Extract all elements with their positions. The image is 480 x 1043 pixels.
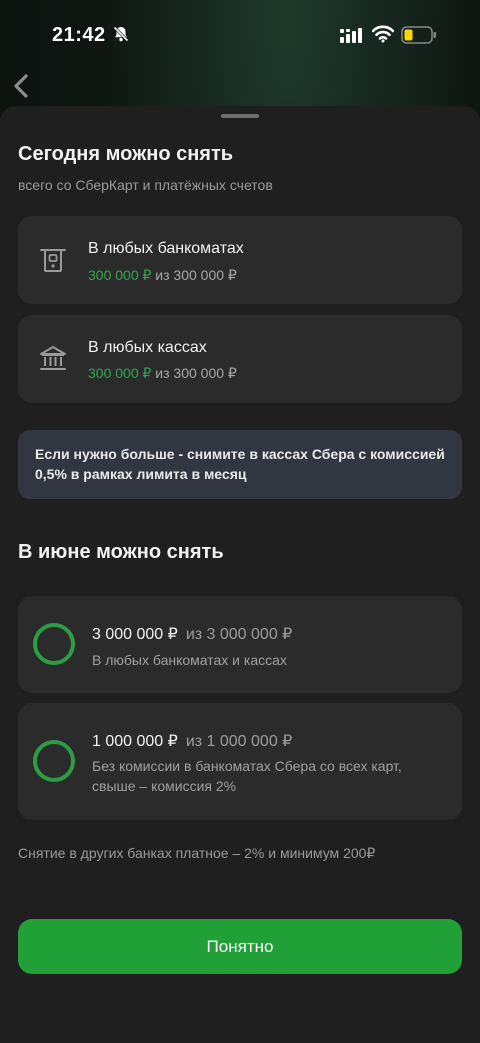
month-title: В июне можно снять (18, 541, 224, 563)
month-limit-card-sber: 1 000 000 ₽ из 1 000 000 ₽ Без комиссии в… (18, 703, 462, 820)
atm-card-limit: 300 000 ₽ из 300 000 ₽ (88, 267, 237, 284)
atm-card-title: В любых банкоматах (88, 240, 244, 257)
today-subtitle: всего со СберКарт и платёжных счетов (18, 177, 273, 193)
other-banks-note: Снятие в других банках платное – 2% и ми… (18, 845, 376, 861)
atm-available: 300 000 ₽ (88, 267, 152, 283)
cashier-total: из 300 000 ₽ (155, 365, 237, 381)
status-bar: 21:42 (0, 0, 480, 72)
atm-icon (38, 245, 68, 280)
bell-off-icon (112, 25, 130, 48)
bottom-sheet: Сегодня можно снять всего со СберКарт и … (0, 106, 480, 1043)
cashier-limit-card: В любых кассах 300 000 ₽ из 300 000 ₽ (18, 315, 462, 403)
limit-description: В любых банкоматах и кассах (92, 652, 287, 668)
limit-amount-total: из 1 000 000 ₽ (185, 733, 293, 750)
back-chevron-icon[interactable] (10, 72, 34, 100)
cashier-card-limit: 300 000 ₽ из 300 000 ₽ (88, 365, 237, 382)
info-banner-text: Если нужно больше - снимите в кассах Сбе… (35, 446, 445, 482)
month-limit-card-all: 3 000 000 ₽ из 3 000 000 ₽ В любых банком… (18, 596, 462, 693)
atm-limit-card: В любых банкоматах 300 000 ₽ из 300 000 … (18, 216, 462, 304)
atm-total: из 300 000 ₽ (155, 267, 237, 283)
ok-button[interactable]: Понятно (18, 919, 462, 974)
cashier-card-title: В любых кассах (88, 339, 207, 356)
limit-progress-ring (33, 623, 75, 665)
limit-amount-value: 1 000 000 ₽ (92, 733, 178, 750)
wifi-icon (371, 25, 395, 48)
bank-building-icon (38, 343, 68, 378)
sheet-drag-handle[interactable] (221, 114, 259, 118)
cashier-available: 300 000 ₽ (88, 365, 152, 381)
status-time: 21:42 (52, 24, 106, 46)
battery-icon (401, 26, 437, 49)
cellular-signal-icon (340, 28, 364, 49)
limit-progress-ring (33, 740, 75, 782)
month-limit-amount: 1 000 000 ₽ из 1 000 000 ₽ (92, 731, 292, 751)
today-title: Сегодня можно снять (18, 143, 234, 165)
limit-description: Без комиссии в банкоматах Сбера со всех … (92, 758, 402, 794)
info-banner: Если нужно больше - снимите в кассах Сбе… (18, 430, 462, 499)
limit-amount-value: 3 000 000 ₽ (92, 626, 178, 643)
limit-amount-total: из 3 000 000 ₽ (185, 626, 293, 643)
month-limit-amount: 3 000 000 ₽ из 3 000 000 ₽ (92, 624, 292, 644)
